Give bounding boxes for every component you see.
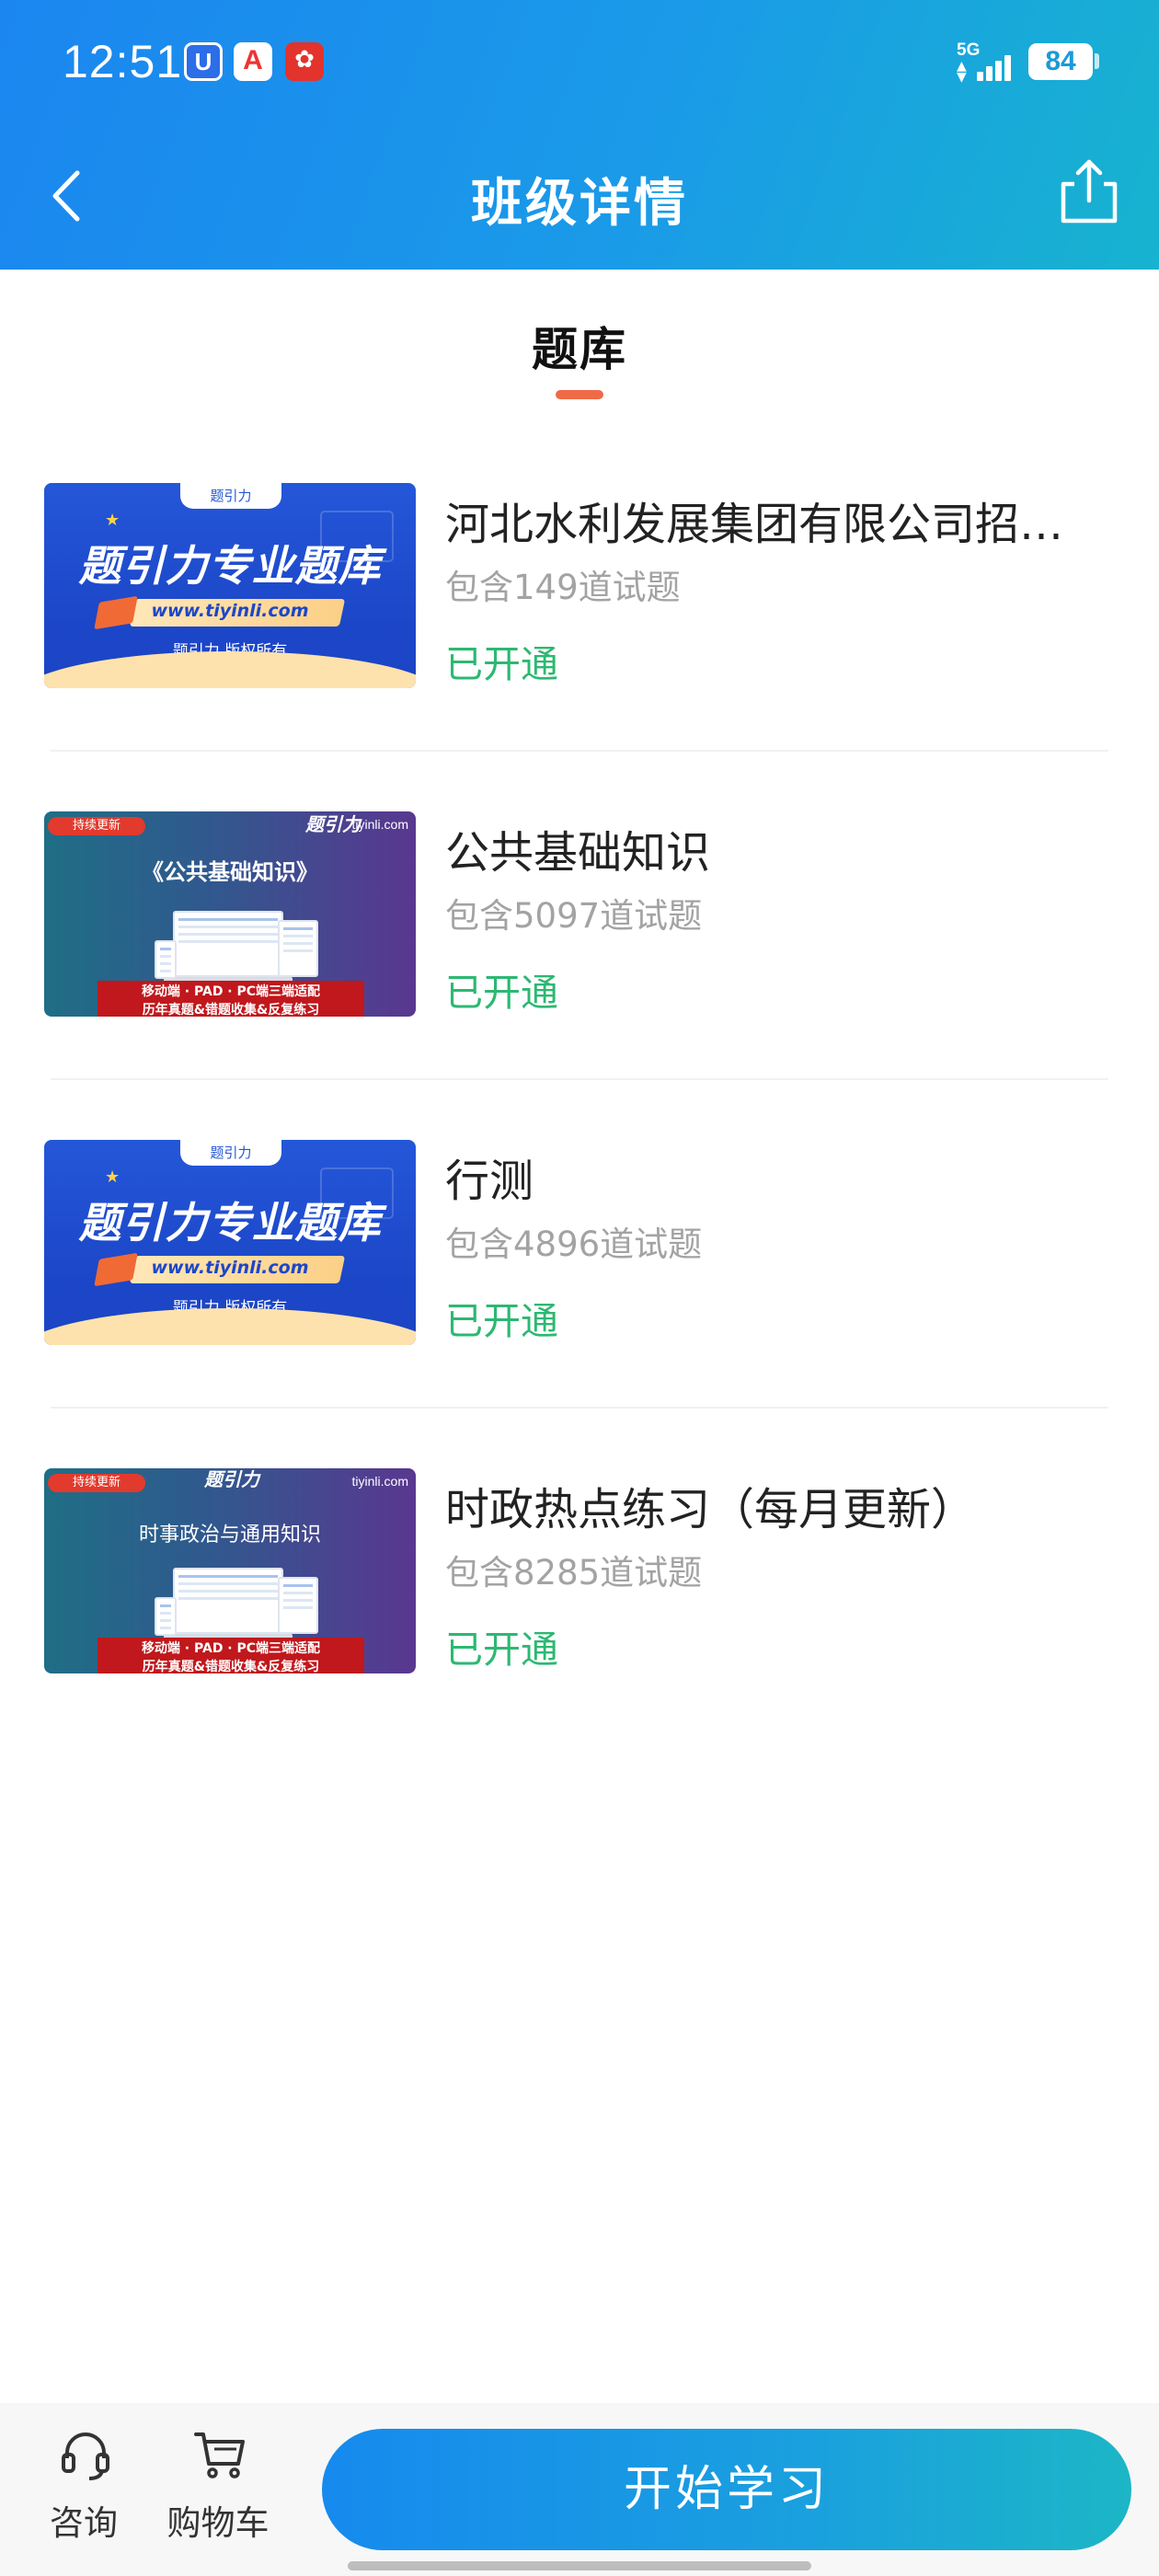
notification-app-icon (184, 42, 223, 81)
phone-icon (155, 1597, 177, 1636)
item-count: 包含149道试题 (445, 568, 681, 607)
item-title: 公共基础知识 (445, 827, 711, 879)
battery-icon: 84 (1028, 43, 1093, 80)
item-title: 时政热点练习（每月更新） (445, 1484, 976, 1535)
list-item[interactable]: 题引力 ★ 题引力专业题库 www.tiyinli.com 题引力 版权所有 河… (0, 460, 1159, 788)
item-thumbnail: 持续更新 题引力 tiyinli.com 《公共基础知识》 移动端 · PAD … (44, 811, 416, 1017)
thumb-feature-panel: 移动端 · PAD · PC端三端适配 历年真题&错题收集&反复练习 (98, 981, 364, 1017)
thumb-subject: 时事政治与通用知识 (138, 1524, 321, 1547)
question-bank-list: 题引力 ★ 题引力专业题库 www.tiyinli.com 题引力 版权所有 河… (0, 460, 1159, 1774)
item-status: 已开通 (445, 642, 558, 686)
star-icon: ★ (105, 1167, 120, 1187)
phone-icon (155, 940, 177, 979)
header: 12:51 5G ▲▼ 84 班级详情 (0, 0, 1159, 270)
data-arrows-icon: ▲ ▼ (957, 59, 967, 85)
thumb-tag: 题引力 (180, 1140, 281, 1166)
signal-icon (977, 52, 1017, 81)
tablet-icon (278, 920, 318, 977)
item-status: 已开通 (445, 1627, 558, 1672)
tab-label: 题库 (532, 323, 627, 376)
divider (51, 1407, 1108, 1409)
notification-app-icon (285, 42, 324, 81)
item-count: 包含4896道试题 (445, 1225, 703, 1264)
thumb-site: tiyinli.com (351, 817, 408, 832)
item-status: 已开通 (445, 1299, 558, 1343)
laptop-icon (173, 1568, 283, 1634)
item-thumbnail: 题引力 ★ 题引力专业题库 www.tiyinli.com 题引力 版权所有 (44, 1140, 416, 1345)
thumb-subject: 《公共基础知识》 (142, 859, 318, 885)
list-item[interactable]: 持续更新 题引力 tiyinli.com 《公共基础知识》 移动端 · PAD … (0, 788, 1159, 1117)
list-item[interactable]: 持续更新 题引力 tiyinli.com 时事政治与通用知识 移动端 · PAD… (0, 1445, 1159, 1774)
headset-icon (62, 2432, 109, 2480)
tab-question-bank[interactable]: 题库 (0, 313, 1159, 379)
battery-tip (1095, 53, 1099, 69)
list-item[interactable]: 题引力 ★ 题引力专业题库 www.tiyinli.com 题引力 版权所有 行… (0, 1117, 1159, 1445)
thumb-feature-panel: 移动端 · PAD · PC端三端适配 历年真题&错题收集&反复练习 (98, 1638, 364, 1673)
item-status: 已开通 (445, 971, 558, 1015)
home-indicator[interactable] (348, 2561, 811, 2570)
share-button[interactable] (1058, 156, 1120, 226)
thumb-tag: 题引力 (180, 483, 281, 509)
thumb-url: www.tiyinli.com (151, 601, 309, 621)
item-title: 行测 (445, 1156, 534, 1207)
cart-button[interactable]: 购物车 (149, 2403, 287, 2576)
cart-icon (194, 2432, 245, 2478)
thumb-site: tiyinli.com (351, 1474, 408, 1489)
item-count: 包含5097道试题 (445, 896, 703, 936)
thumb-logo: 题引力 (204, 1468, 259, 1490)
consult-button[interactable]: 咨询 (15, 2403, 153, 2576)
notification-app-icon (234, 42, 272, 81)
laptop-icon (173, 911, 283, 977)
item-thumbnail: 题引力 ★ 题引力专业题库 www.tiyinli.com 题引力 版权所有 (44, 483, 416, 688)
divider (51, 750, 1108, 752)
item-thumbnail: 持续更新 题引力 tiyinli.com 时事政治与通用知识 移动端 · PAD… (44, 1468, 416, 1673)
tablet-icon (278, 1577, 318, 1634)
divider (51, 1078, 1108, 1080)
consult-label: 咨询 (50, 2503, 118, 2543)
tab-active-indicator (556, 390, 603, 399)
item-title: 河北水利发展集团有限公司招… (445, 499, 1064, 550)
thumb-url: www.tiyinli.com (151, 1258, 309, 1278)
update-badge: 持续更新 (48, 1474, 145, 1492)
item-count: 包含8285道试题 (445, 1553, 703, 1593)
cart-label: 购物车 (166, 2503, 270, 2543)
thumb-headline: 题引力专业题库 (78, 541, 382, 591)
status-time: 12:51 (63, 36, 183, 87)
start-learning-button[interactable]: 开始学习 (322, 2429, 1131, 2550)
share-icon (1061, 159, 1118, 224)
update-badge: 持续更新 (48, 817, 145, 835)
thumb-headline: 题引力专业题库 (78, 1198, 382, 1248)
star-icon: ★ (105, 511, 120, 530)
page-title: 班级详情 (471, 174, 688, 234)
